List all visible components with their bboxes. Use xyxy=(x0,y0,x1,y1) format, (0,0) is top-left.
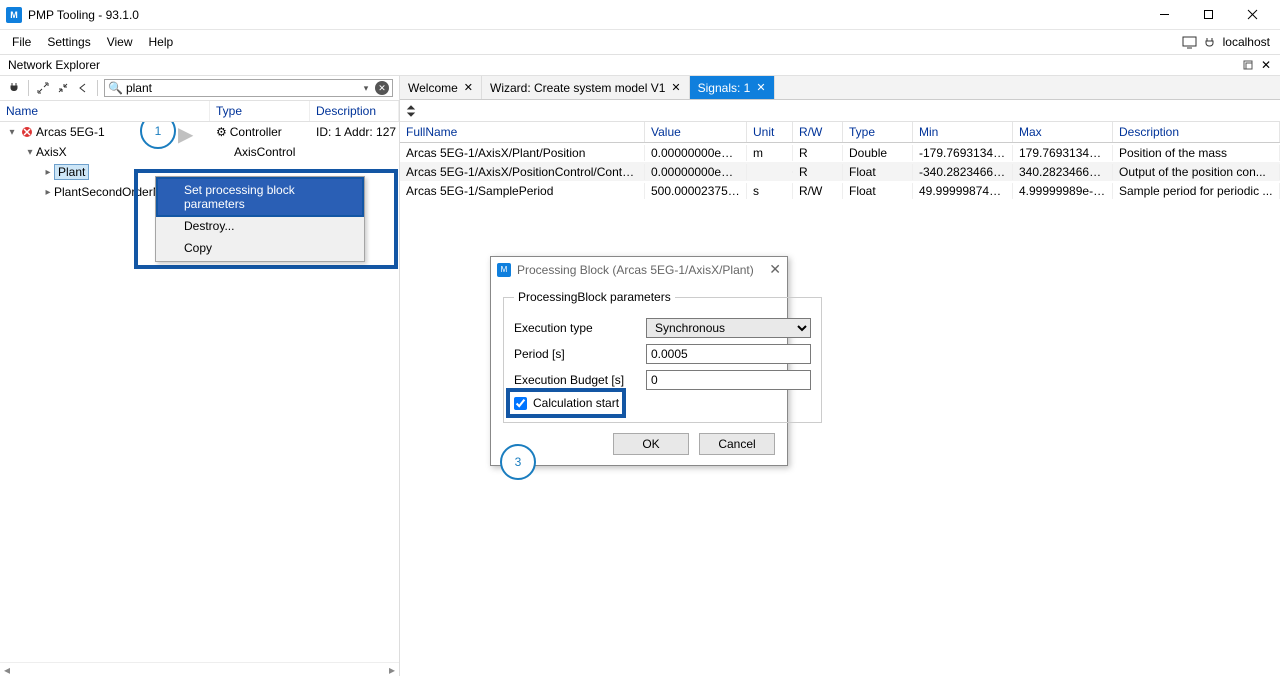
budget-label: Execution Budget [s] xyxy=(514,373,646,387)
chevron-right-icon[interactable]: ▸ xyxy=(42,167,54,178)
tutorial-badge-3: 3 xyxy=(500,444,536,480)
app-icon: M xyxy=(6,7,22,23)
menu-settings[interactable]: Settings xyxy=(39,33,98,51)
menu-file[interactable]: File xyxy=(4,33,39,51)
table-row[interactable]: Arcas 5EG-1/AxisX/Plant/Position 0.00000… xyxy=(400,143,1280,162)
col-max[interactable]: Max xyxy=(1013,122,1113,142)
tree-row-controller[interactable]: ▾ Arcas 5EG-1 ⚙ Controller ID: 1 Addr: 1… xyxy=(0,122,399,142)
table-row[interactable]: Arcas 5EG-1/SamplePeriod 500.00002375e-.… xyxy=(400,181,1280,200)
calc-start-label: Calculation start xyxy=(533,396,665,410)
expand-out-icon[interactable] xyxy=(35,80,51,96)
col-name[interactable]: Name xyxy=(0,101,210,121)
horizontal-scrollbar[interactable]: ◂▸ xyxy=(0,662,399,676)
gear-icon: ⚙ xyxy=(216,125,227,139)
ok-button[interactable]: OK xyxy=(613,433,689,455)
chevron-right-icon[interactable]: ▸ xyxy=(42,187,54,198)
col-description[interactable]: Description xyxy=(1113,122,1280,142)
maximize-button[interactable] xyxy=(1186,1,1230,29)
col-type[interactable]: Type xyxy=(843,122,913,142)
host-label: localhost xyxy=(1223,35,1270,49)
network-explorer-toolbar: 🔍 ▾ ✕ xyxy=(0,76,399,101)
budget-input[interactable] xyxy=(646,370,811,390)
chevron-down-icon[interactable]: ▾ xyxy=(24,147,36,158)
period-input[interactable] xyxy=(646,344,811,364)
menu-help[interactable]: Help xyxy=(141,33,182,51)
network-explorer-header: Network Explorer ✕ xyxy=(0,54,1280,76)
signals-grid-body: Arcas 5EG-1/AxisX/Plant/Position 0.00000… xyxy=(400,143,1280,200)
fieldset-legend: ProcessingBlock parameters xyxy=(514,290,675,304)
tabbar: Welcome ✕ Wizard: Create system model V1… xyxy=(400,76,1280,100)
screen-icon xyxy=(1182,36,1197,49)
main-pane: Welcome ✕ Wizard: Create system model V1… xyxy=(400,76,1280,676)
exec-type-label: Execution type xyxy=(514,321,646,335)
search-clear-icon[interactable]: ✕ xyxy=(375,81,389,95)
collapse-in-icon[interactable] xyxy=(55,80,71,96)
table-row[interactable]: Arcas 5EG-1/AxisX/PositionControl/Contro… xyxy=(400,162,1280,181)
period-label: Period [s] xyxy=(514,347,646,361)
col-value[interactable]: Value xyxy=(645,122,747,142)
close-icon[interactable]: ✕ xyxy=(756,81,765,94)
close-icon[interactable]: ✕ xyxy=(671,81,680,94)
tree-label: Plant xyxy=(54,164,89,180)
node-error-icon xyxy=(20,125,34,139)
tab-signals[interactable]: Signals: 1 ✕ xyxy=(690,76,775,99)
col-type[interactable]: Type xyxy=(210,101,310,121)
close-icon[interactable]: ✕ xyxy=(464,81,473,94)
menu-view[interactable]: View xyxy=(99,33,141,51)
signals-toolbar xyxy=(400,100,1280,122)
chevron-down-icon[interactable]: ▾ xyxy=(6,127,18,138)
tree-column-headers: Name Type Description xyxy=(0,101,399,122)
panel-title: Network Explorer xyxy=(8,58,100,72)
tab-wizard[interactable]: Wizard: Create system model V1 ✕ xyxy=(482,76,690,99)
tab-label: Signals: 1 xyxy=(698,81,751,95)
context-menu: Set processing block parameters Destroy.… xyxy=(155,176,365,262)
close-button[interactable] xyxy=(1230,1,1274,29)
plug-icon[interactable] xyxy=(6,80,22,96)
dialog-title: Processing Block (Arcas 5EG-1/AxisX/Plan… xyxy=(517,263,769,277)
window-title: PMP Tooling - 93.1.0 xyxy=(28,8,1142,22)
tree-type: Controller xyxy=(230,125,282,139)
col-description[interactable]: Description xyxy=(310,101,399,121)
search-options-icon[interactable]: ▾ xyxy=(359,81,373,95)
left-arrow-icon[interactable] xyxy=(75,80,91,96)
minimize-button[interactable] xyxy=(1142,1,1186,29)
col-unit[interactable]: Unit xyxy=(747,122,793,142)
processing-block-dialog: M Processing Block (Arcas 5EG-1/AxisX/Pl… xyxy=(490,256,788,466)
tab-label: Welcome xyxy=(408,81,458,95)
signals-grid-headers: FullName Value Unit R/W Type Min Max Des… xyxy=(400,122,1280,143)
tree-desc: ID: 1 Addr: 127 xyxy=(316,125,399,139)
search-field[interactable]: 🔍 ▾ ✕ xyxy=(104,79,393,97)
dialog-titlebar[interactable]: M Processing Block (Arcas 5EG-1/AxisX/Pl… xyxy=(491,257,787,282)
dialog-fieldset: ProcessingBlock parameters Execution typ… xyxy=(503,290,822,423)
tree-row-axisx[interactable]: ▾ AxisX AxisControl xyxy=(0,142,399,162)
col-min[interactable]: Min xyxy=(913,122,1013,142)
ctx-copy[interactable]: Copy xyxy=(158,237,362,259)
tree-label: Arcas 5EG-1 xyxy=(36,125,105,139)
search-icon: 🔍 xyxy=(108,81,123,95)
close-icon[interactable]: ✕ xyxy=(769,261,781,278)
network-explorer-pane: 🔍 ▾ ✕ Name Type Description ▾ Arcas 5EG-… xyxy=(0,76,400,676)
cancel-button[interactable]: Cancel xyxy=(699,433,775,455)
exec-type-select[interactable]: Synchronous xyxy=(646,318,811,338)
tree-type: AxisControl xyxy=(234,145,334,159)
panel-close-icon[interactable]: ✕ xyxy=(1258,57,1274,73)
tree-label: AxisX xyxy=(36,145,67,159)
plug-icon xyxy=(1203,36,1216,49)
col-fullname[interactable]: FullName xyxy=(400,122,645,142)
menubar: File Settings View Help localhost xyxy=(0,30,1280,54)
app-icon: M xyxy=(497,263,511,277)
tab-welcome[interactable]: Welcome ✕ xyxy=(400,76,482,99)
ctx-set-processing-params[interactable]: Set processing block parameters xyxy=(156,177,364,217)
search-input[interactable] xyxy=(126,81,357,95)
titlebar: M PMP Tooling - 93.1.0 xyxy=(0,0,1280,30)
tree-body: ▾ Arcas 5EG-1 ⚙ Controller ID: 1 Addr: 1… xyxy=(0,122,399,676)
arrow-icon: ▶ xyxy=(178,122,193,147)
col-rw[interactable]: R/W xyxy=(793,122,843,142)
ctx-destroy[interactable]: Destroy... xyxy=(158,215,362,237)
sort-icon[interactable] xyxy=(406,105,418,117)
calc-start-checkbox[interactable] xyxy=(514,397,527,410)
popout-icon[interactable] xyxy=(1240,57,1256,73)
tab-label: Wizard: Create system model V1 xyxy=(490,81,665,95)
